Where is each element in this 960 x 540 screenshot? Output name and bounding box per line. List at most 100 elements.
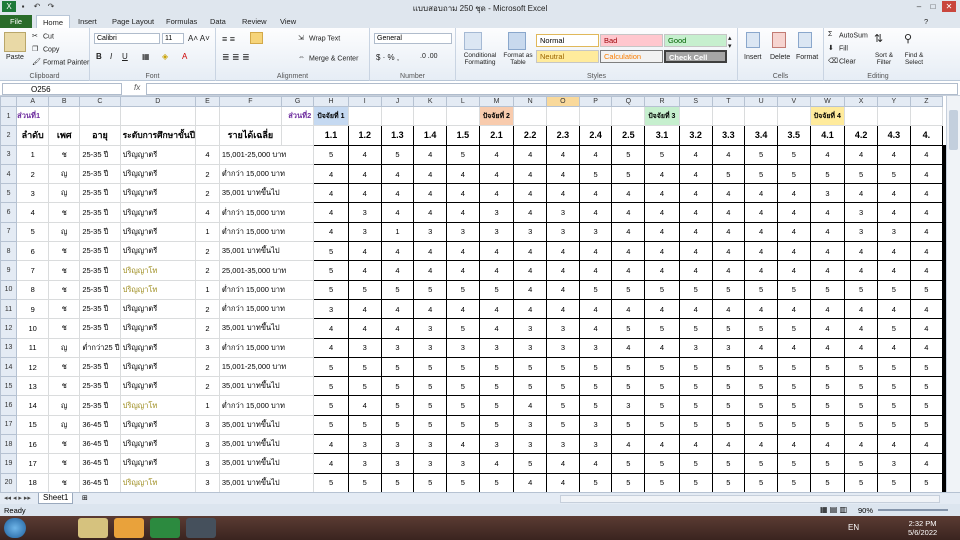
save-icon[interactable]: ▪ — [16, 1, 30, 12]
cell-score[interactable]: 5 — [711, 376, 746, 397]
cell-score[interactable]: 5 — [313, 395, 349, 416]
cell-score[interactable]: 5 — [876, 279, 911, 300]
row-header[interactable]: 7 — [0, 221, 18, 243]
cell-score[interactable]: 4 — [380, 163, 415, 185]
cell-score[interactable]: 5 — [776, 144, 811, 165]
excel-taskbar-icon[interactable] — [150, 518, 180, 538]
cell-gender[interactable]: ช — [48, 434, 81, 455]
cell-education[interactable]: ปริญญาตรี — [119, 144, 197, 165]
cell-score[interactable]: 5 — [446, 318, 480, 339]
cell-score[interactable]: 4 — [844, 241, 878, 262]
cell-score[interactable]: 3 — [578, 337, 613, 358]
cell-score[interactable]: 5 — [347, 279, 382, 300]
cell-score[interactable]: 4 — [909, 453, 944, 474]
cell-score[interactable]: 4 — [776, 434, 811, 455]
cell-score[interactable]: 3 — [844, 221, 878, 243]
cell-score[interactable]: 5 — [711, 453, 746, 474]
cell-score[interactable]: 4 — [711, 202, 746, 223]
cell-score[interactable]: 4 — [578, 260, 613, 281]
header-cell[interactable]: 3.3 — [711, 125, 746, 146]
cell-score[interactable]: 4 — [513, 183, 548, 204]
cell-score[interactable]: 5 — [744, 395, 778, 416]
cell-e[interactable]: 3 — [195, 337, 220, 358]
cell-score[interactable]: 5 — [611, 144, 646, 165]
column-header[interactable]: F — [218, 96, 283, 107]
cell-education[interactable]: ปริญญาตรี — [119, 202, 197, 223]
cell[interactable] — [909, 105, 944, 127]
cell-order[interactable]: 1 — [16, 144, 50, 165]
cell-score[interactable]: 5 — [711, 163, 746, 185]
cell-score[interactable]: 4 — [711, 298, 746, 320]
bold-button[interactable]: B — [96, 52, 102, 61]
cell-score[interactable]: 5 — [413, 356, 448, 378]
cell-score[interactable]: 5 — [380, 414, 415, 436]
help-icon[interactable]: ? — [918, 15, 934, 28]
cell-score[interactable]: 4 — [446, 163, 480, 185]
horizontal-scrollbar[interactable] — [560, 495, 940, 503]
cell-score[interactable]: 5 — [478, 279, 515, 300]
cell-score[interactable]: 4 — [347, 260, 382, 281]
cell-score[interactable]: 1 — [380, 221, 415, 243]
sort-filter-button[interactable]: Sort & Filter — [870, 52, 898, 66]
cell-age[interactable]: 25-35 ปี — [79, 298, 121, 320]
cell-score[interactable]: 4 — [776, 337, 811, 358]
cell-score[interactable]: 5 — [446, 144, 480, 165]
cell-score[interactable]: 3 — [546, 221, 580, 243]
cell-score[interactable]: 4 — [478, 453, 515, 474]
tab-formulas[interactable]: Formulas — [160, 15, 203, 28]
cell-score[interactable]: 4 — [578, 241, 613, 262]
cell-score[interactable]: 4 — [313, 221, 349, 243]
cell-education[interactable]: ปริญญาตรี — [119, 241, 197, 262]
header-cell[interactable]: 2.1 — [478, 125, 515, 146]
header-cell[interactable]: 4.2 — [844, 125, 878, 146]
tab-insert[interactable]: Insert — [72, 15, 103, 28]
cell-score[interactable]: 3 — [478, 337, 515, 358]
cell[interactable] — [281, 125, 315, 146]
column-header[interactable]: E — [195, 96, 220, 107]
cell-score[interactable]: 4 — [809, 434, 846, 455]
cell-score[interactable]: 4 — [744, 221, 778, 243]
cell-education[interactable]: ปริญญาโท — [119, 472, 197, 492]
style-good[interactable]: Good — [664, 34, 727, 47]
cell-age[interactable]: 25-35 ปี — [79, 183, 121, 204]
cell-e[interactable]: 2 — [195, 298, 220, 320]
cell-order[interactable]: 14 — [16, 395, 50, 416]
redo-icon[interactable]: ↷ — [44, 1, 58, 12]
cell-order[interactable]: 2 — [16, 163, 50, 185]
cell-gender[interactable]: ช — [48, 356, 81, 378]
cell-score[interactable]: 4 — [380, 298, 415, 320]
cell-score[interactable]: 4 — [909, 202, 944, 223]
cell-score[interactable]: 4 — [513, 472, 548, 492]
cell-score[interactable]: 3 — [513, 318, 548, 339]
cell-age[interactable]: 25-35 ปี — [79, 202, 121, 223]
factor-header[interactable]: ปัจจัยที่ 4 — [809, 105, 846, 127]
cell-score[interactable]: 5 — [313, 279, 349, 300]
cell-score[interactable]: 3 — [347, 221, 382, 243]
cell-score[interactable]: 5 — [611, 279, 646, 300]
cell-score[interactable]: 3 — [380, 337, 415, 358]
name-box[interactable]: O256 — [2, 83, 122, 95]
cell-score[interactable]: 5 — [578, 356, 613, 378]
cell-order[interactable]: 12 — [16, 356, 50, 378]
cell-score[interactable]: 4 — [478, 183, 515, 204]
explorer-icon[interactable] — [78, 518, 108, 538]
cell-score[interactable]: 4 — [478, 318, 515, 339]
cell-score[interactable]: 5 — [844, 163, 878, 185]
cell-score[interactable]: 3 — [413, 434, 448, 455]
cell-score[interactable]: 3 — [347, 453, 382, 474]
cell-score[interactable]: 4 — [611, 221, 646, 243]
cell-score[interactable]: 4 — [744, 337, 778, 358]
column-header[interactable]: J — [380, 96, 415, 107]
cell-age[interactable]: 36-45 ปี — [79, 472, 121, 492]
row-header[interactable]: 15 — [0, 376, 18, 397]
cell-score[interactable]: 3 — [446, 453, 480, 474]
cell-score[interactable]: 3 — [380, 434, 415, 455]
cell-income[interactable]: 35,001 บาทขึ้นไป — [218, 183, 315, 204]
cell-score[interactable]: 4 — [578, 318, 613, 339]
column-header[interactable]: C — [79, 96, 121, 107]
cell-score[interactable]: 4 — [644, 241, 680, 262]
cell-score[interactable]: 4 — [809, 298, 846, 320]
cell-score[interactable]: 5 — [611, 318, 646, 339]
cell-score[interactable]: 4 — [744, 260, 778, 281]
cell-score[interactable]: 4 — [876, 241, 911, 262]
